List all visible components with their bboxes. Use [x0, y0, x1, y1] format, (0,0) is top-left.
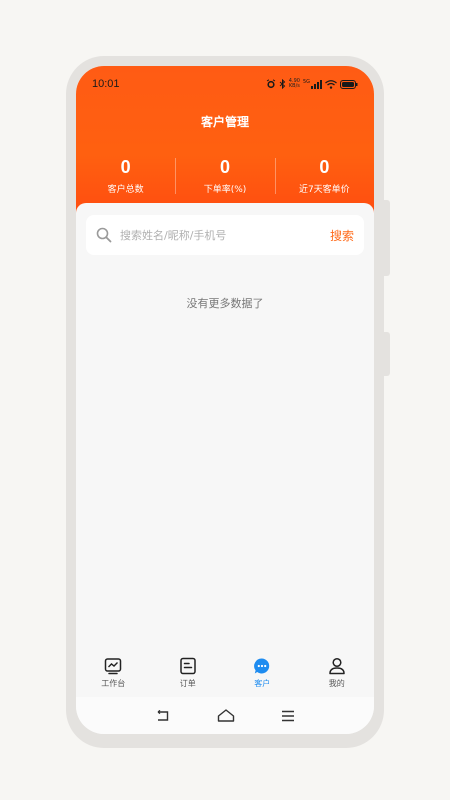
network-type: 5G: [302, 79, 310, 85]
tab-profile[interactable]: 我的: [300, 653, 375, 697]
search-input[interactable]: [120, 228, 330, 242]
search-button[interactable]: 搜索: [330, 227, 354, 244]
profile-icon: [329, 657, 345, 675]
page-title: 客户管理: [200, 115, 249, 129]
home-icon[interactable]: [217, 709, 235, 722]
tab-label: 客户: [254, 679, 271, 688]
header: 10:01 4.90 KB/s 5G 客户管理 0 客户总数 0 下单率(%) …: [76, 66, 374, 214]
status-bar: 10:01 4.90 KB/s 5G: [92, 76, 358, 92]
tab-label: 工作台: [101, 679, 126, 688]
back-icon[interactable]: [155, 709, 171, 722]
order-icon: [180, 657, 196, 675]
tab-label: 我的: [328, 679, 345, 688]
stat-value: 0: [219, 157, 230, 177]
signal-icon: [311, 79, 322, 89]
menu-icon[interactable]: [281, 710, 295, 722]
network-speed: 4.90 KB/s: [288, 78, 300, 89]
content-area: 搜索 没有更多数据了: [76, 203, 374, 697]
bottom-tab-bar: 工作台 订单 客户 我的: [76, 653, 374, 697]
tab-workbench[interactable]: 工作台: [76, 653, 151, 697]
tab-orders[interactable]: 订单: [151, 653, 226, 697]
search-icon: [96, 227, 112, 243]
status-icons: 4.90 KB/s 5G: [266, 79, 358, 89]
stat-label: 客户总数: [107, 185, 144, 195]
stat-label: 近7天客单价: [298, 185, 350, 195]
system-navigation-bar: [76, 697, 374, 734]
stat-avg-order-value: 0 近7天客单价: [274, 157, 374, 198]
app-screen: 10:01 4.90 KB/s 5G 客户管理 0 客户总数 0 下单率(%) …: [76, 66, 374, 734]
status-time: 10:01: [92, 78, 120, 90]
tab-label: 订单: [179, 679, 196, 688]
tab-customers[interactable]: 客户: [225, 653, 300, 697]
battery-icon: [340, 79, 358, 89]
stat-total-customers: 0 客户总数: [76, 158, 175, 198]
dashboard-icon: [105, 658, 122, 675]
empty-state-text: 没有更多数据了: [186, 297, 264, 310]
customer-chat-icon: [254, 658, 270, 674]
stat-value: 0: [319, 157, 330, 177]
wifi-icon: [325, 79, 337, 89]
stat-label: 下单率(%): [203, 185, 247, 195]
bluetooth-icon: [279, 79, 286, 89]
phone-side-button: [384, 200, 390, 276]
stats-summary: 0 客户总数 0 下单率(%) 0 近7天客单价: [76, 158, 374, 198]
search-bar: 搜索: [86, 215, 364, 255]
stat-value: 0: [120, 157, 131, 177]
alarm-icon: [266, 79, 276, 89]
phone-side-button: [384, 332, 390, 376]
stat-order-rate: 0 下单率(%): [175, 158, 274, 198]
